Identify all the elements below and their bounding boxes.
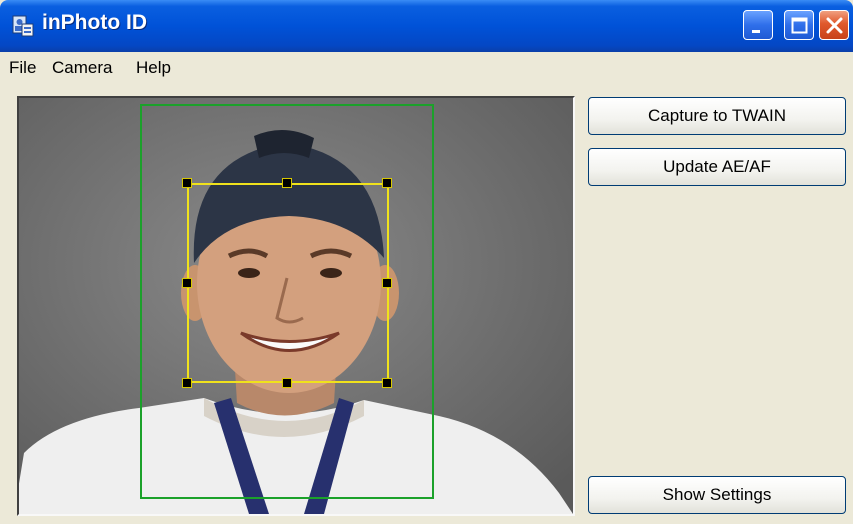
handle-middle-right[interactable] xyxy=(382,278,392,288)
show-settings-button[interactable]: Show Settings xyxy=(588,476,846,514)
maximize-icon xyxy=(791,17,808,34)
handle-bottom-right[interactable] xyxy=(382,378,392,388)
window-title: inPhoto ID xyxy=(42,11,147,34)
update-ae-af-button[interactable]: Update AE/AF xyxy=(588,148,846,186)
handle-bottom-left[interactable] xyxy=(182,378,192,388)
handle-bottom-center[interactable] xyxy=(282,378,292,388)
minimize-icon xyxy=(752,30,760,33)
title-bar[interactable]: inPhoto ID xyxy=(0,0,853,52)
handle-middle-left[interactable] xyxy=(182,278,192,288)
handle-top-left[interactable] xyxy=(182,178,192,188)
capture-to-twain-button[interactable]: Capture to TWAIN xyxy=(588,97,846,135)
menu-help[interactable]: Help xyxy=(136,58,171,78)
handle-top-right[interactable] xyxy=(382,178,392,188)
menu-bar xyxy=(0,52,853,84)
menu-camera[interactable]: Camera xyxy=(52,58,112,78)
maximize-button[interactable] xyxy=(784,10,814,40)
handle-top-center[interactable] xyxy=(282,178,292,188)
close-button[interactable] xyxy=(819,10,849,40)
close-icon xyxy=(826,17,843,34)
face-detection-box[interactable] xyxy=(187,183,389,383)
minimize-button[interactable] xyxy=(743,10,773,40)
app-icon xyxy=(12,15,34,37)
camera-preview[interactable] xyxy=(17,96,575,516)
menu-file[interactable]: File xyxy=(9,58,36,78)
